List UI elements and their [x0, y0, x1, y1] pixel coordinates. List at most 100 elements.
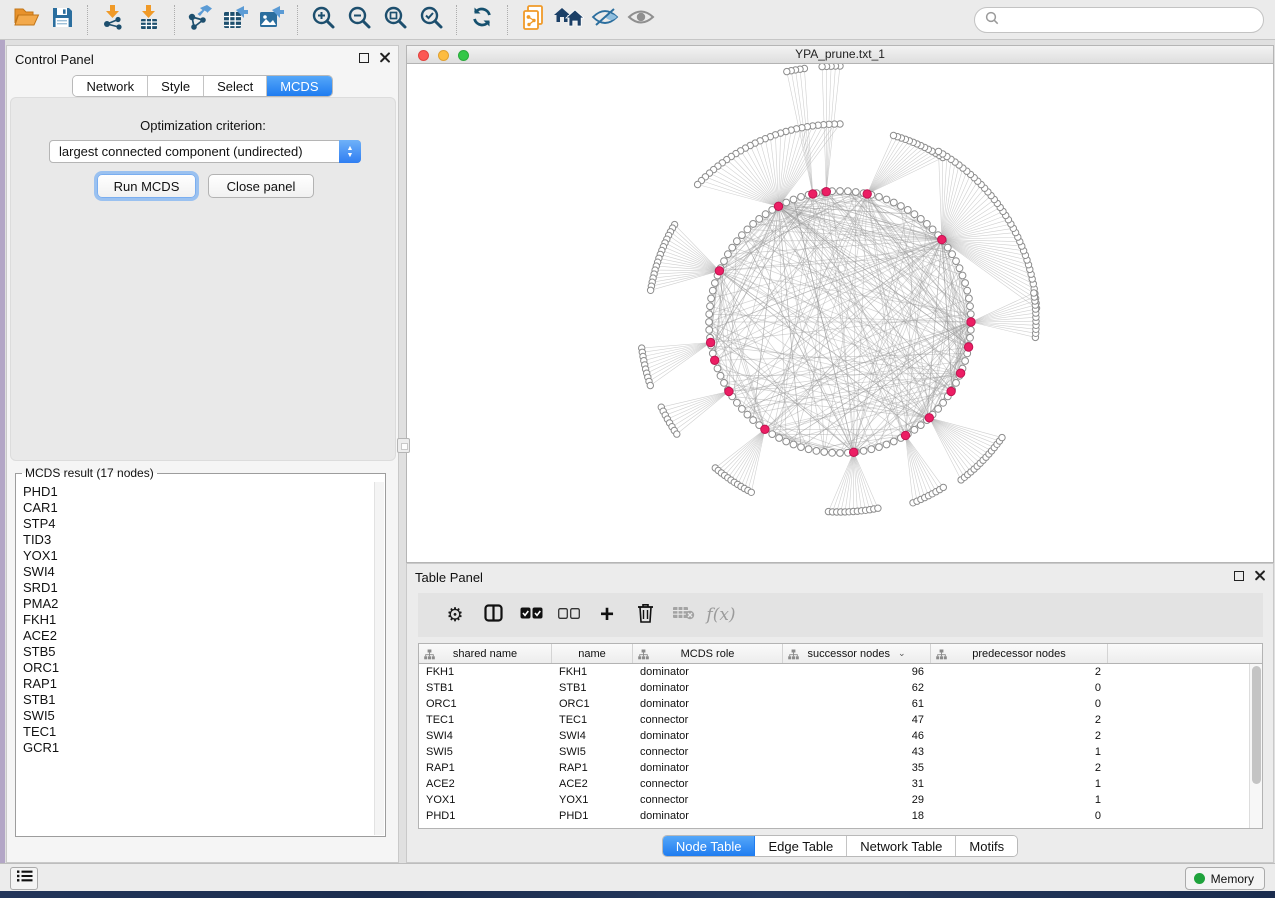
hide-selected-button[interactable]: [587, 3, 623, 37]
zoom-out-button[interactable]: [341, 3, 377, 37]
result-list-item[interactable]: SWI5: [23, 708, 374, 724]
window-maximize-icon[interactable]: [458, 50, 469, 61]
result-list-item[interactable]: GCR1: [23, 740, 374, 756]
result-list-item[interactable]: PHD1: [23, 484, 374, 500]
table-scrollbar-thumb[interactable]: [1252, 666, 1261, 784]
import-network-button[interactable]: [95, 3, 131, 37]
tab-network-table[interactable]: Network Table: [847, 836, 956, 856]
table-row[interactable]: ORC1ORC1dominator610: [419, 696, 1249, 712]
table-options-button[interactable]: ⚙: [436, 597, 474, 633]
table-cell: connector: [633, 776, 783, 792]
search-box[interactable]: [974, 7, 1264, 33]
run-mcds-button[interactable]: Run MCDS: [97, 174, 196, 198]
result-list-item[interactable]: STB5: [23, 644, 374, 660]
result-list-item[interactable]: TEC1: [23, 724, 374, 740]
column-header-predecessor-nodes[interactable]: predecessor nodes: [931, 644, 1108, 663]
tab-motifs[interactable]: Motifs: [956, 836, 1017, 856]
export-network-button[interactable]: [182, 3, 218, 37]
delete-column-button[interactable]: [626, 597, 664, 633]
export-image-button[interactable]: [254, 3, 290, 37]
select-all-rows-button[interactable]: [512, 597, 550, 633]
column-namespace-icon: [936, 649, 947, 663]
table-row[interactable]: YOX1YOX1connector291: [419, 792, 1249, 808]
table-cell: connector: [633, 712, 783, 728]
zoom-selected-icon: [419, 5, 444, 35]
memory-button[interactable]: Memory: [1185, 867, 1265, 890]
window-close-icon[interactable]: [418, 50, 429, 61]
network-canvas[interactable]: [407, 64, 1273, 562]
add-column-button[interactable]: +: [588, 597, 626, 633]
tab-node-table[interactable]: Node Table: [663, 836, 756, 856]
panel-splitter-handle[interactable]: [397, 438, 410, 453]
window-minimize-icon[interactable]: [438, 50, 449, 61]
table-row[interactable]: SWI5SWI5connector431: [419, 744, 1249, 760]
close-panel-button[interactable]: Close panel: [208, 174, 314, 198]
tab-edge-table[interactable]: Edge Table: [755, 836, 847, 856]
node-table-header: shared namenameMCDS rolesuccessor nodes⌄…: [419, 644, 1262, 664]
table-cell: PHD1: [552, 808, 633, 824]
result-list-item[interactable]: STP4: [23, 516, 374, 532]
export-table-button[interactable]: [218, 3, 254, 37]
table-row[interactable]: STB1STB1dominator620: [419, 680, 1249, 696]
result-list-item[interactable]: TID3: [23, 532, 374, 548]
close-panel-icon[interactable]: [1254, 570, 1265, 581]
open-file-button[interactable]: [8, 3, 44, 37]
optimization-criterion-dropdown[interactable]: largest connected component (undirected)…: [49, 140, 361, 163]
result-list-item[interactable]: ACE2: [23, 628, 374, 644]
zoom-out-icon: [347, 5, 372, 35]
clear-table-button[interactable]: [664, 597, 702, 633]
import-table-button[interactable]: [131, 3, 167, 37]
save-session-button[interactable]: [44, 3, 80, 37]
zoom-in-button[interactable]: [305, 3, 341, 37]
show-all-button[interactable]: [623, 3, 659, 37]
desktop-background: [0, 891, 1275, 898]
import-table-icon: [137, 4, 161, 35]
copy-network-button[interactable]: [515, 3, 551, 37]
network-window-titlebar[interactable]: YPA_prune.txt_1: [407, 46, 1273, 64]
control-panel-header: Control Panel: [7, 46, 398, 72]
result-list-item[interactable]: ORC1: [23, 660, 374, 676]
close-panel-icon[interactable]: [379, 52, 390, 63]
result-list-item[interactable]: CAR1: [23, 500, 374, 516]
zoom-selected-button[interactable]: [413, 3, 449, 37]
table-row[interactable]: ACE2ACE2connector311: [419, 776, 1249, 792]
result-list-item[interactable]: RAP1: [23, 676, 374, 692]
table-toolbar: ⚙ + f(x): [418, 593, 1263, 637]
task-history-button[interactable]: [10, 867, 38, 890]
result-list-item[interactable]: YOX1: [23, 548, 374, 564]
float-panel-icon[interactable]: [1234, 571, 1244, 581]
result-list-item[interactable]: PMA2: [23, 596, 374, 612]
table-cell: 35: [783, 760, 931, 776]
column-visibility-button[interactable]: [474, 597, 512, 633]
table-row[interactable]: PHD1PHD1dominator180: [419, 808, 1249, 824]
refresh-view-button[interactable]: [464, 3, 500, 37]
table-row[interactable]: FKH1FKH1dominator962: [419, 664, 1249, 680]
column-header-MCDS-role[interactable]: MCDS role: [633, 644, 783, 663]
zoom-fit-button[interactable]: [377, 3, 413, 37]
result-list-item[interactable]: STB1: [23, 692, 374, 708]
column-header-successor-nodes[interactable]: successor nodes⌄: [783, 644, 931, 663]
search-input[interactable]: [1005, 13, 1253, 27]
result-list-item[interactable]: SRD1: [23, 580, 374, 596]
tab-network[interactable]: Network: [73, 76, 148, 96]
tab-style[interactable]: Style: [148, 76, 204, 96]
deselect-all-rows-button[interactable]: [550, 597, 588, 633]
table-cell: 43: [783, 744, 931, 760]
table-scrollbar[interactable]: [1249, 664, 1262, 828]
table-row[interactable]: SWI4SWI4dominator462: [419, 728, 1249, 744]
column-header-name[interactable]: name: [552, 644, 633, 663]
result-list-item[interactable]: FKH1: [23, 612, 374, 628]
float-panel-icon[interactable]: [359, 53, 369, 63]
apply-function-button[interactable]: f(x): [702, 597, 740, 633]
tab-mcds[interactable]: MCDS: [267, 76, 331, 96]
export-image-icon: [258, 4, 286, 35]
result-list-item[interactable]: SWI4: [23, 564, 374, 580]
first-neighbors-button[interactable]: [551, 3, 587, 37]
table-row[interactable]: TEC1TEC1connector472: [419, 712, 1249, 728]
result-list-scrollbar[interactable]: [374, 482, 384, 835]
refresh-icon: [470, 5, 494, 34]
tab-select[interactable]: Select: [204, 76, 267, 96]
column-header-shared-name[interactable]: shared name: [419, 644, 552, 663]
status-bar: Memory: [0, 863, 1275, 891]
table-row[interactable]: RAP1RAP1dominator352: [419, 760, 1249, 776]
